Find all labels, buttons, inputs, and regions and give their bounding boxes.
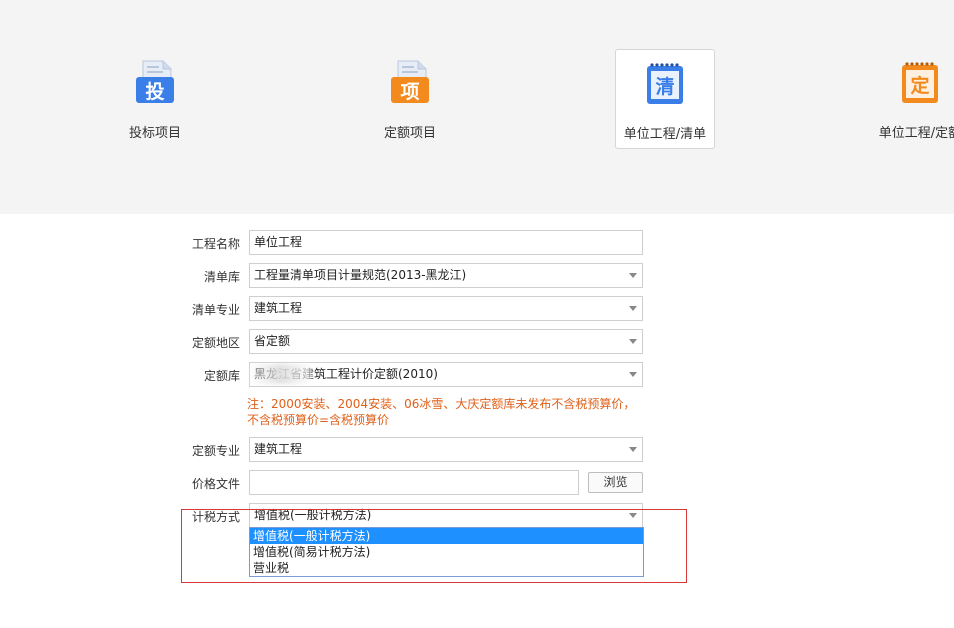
tax-option-business[interactable]: 营业税 — [250, 560, 643, 576]
tile-bid-project-label: 投标项目 — [128, 126, 181, 141]
quota-major-label: 定额专业 — [191, 444, 240, 458]
tile-0-glyph: 投 — [145, 80, 164, 103]
quota-major-select[interactable]: 建筑工程 — [249, 437, 643, 462]
tax-option-general[interactable]: 增值税(一般计税方法) — [250, 528, 643, 544]
tile-unit-bill-label: 单位工程/清单 — [623, 127, 707, 142]
project-name-label: 工程名称 — [191, 237, 240, 251]
redaction-blur — [250, 364, 312, 384]
quota-major-value: 建筑工程 — [254, 442, 303, 456]
chevron-down-icon — [629, 306, 637, 311]
browse-button[interactable]: 浏览 — [588, 472, 643, 493]
tile-unit-bill[interactable]: 清 单位工程/清单 — [615, 49, 715, 149]
tax-method-value: 增值税(一般计税方法) — [254, 508, 372, 522]
tax-method-select[interactable]: 增值税(一般计税方法) — [249, 503, 643, 528]
bill-lib-select[interactable]: 工程量清单项目计量规范(2013-黑龙江) — [249, 263, 643, 288]
tile-unit-quota[interactable]: 定 单位工程/定额 — [870, 49, 954, 149]
tax-option-simple[interactable]: 增值税(简易计税方法) — [250, 544, 643, 560]
chevron-down-icon — [629, 273, 637, 278]
chevron-down-icon — [629, 339, 637, 344]
bid-project-icon: 投 — [136, 60, 174, 103]
chevron-down-icon — [629, 447, 637, 452]
quota-region-value: 省定额 — [254, 334, 291, 348]
project-name-input[interactable]: 单位工程 — [249, 230, 643, 255]
quota-region-label: 定额地区 — [191, 336, 240, 350]
quota-region-select[interactable]: 省定额 — [249, 329, 643, 354]
tax-note-line-2: 不含税预算价=含税预算价 — [247, 413, 390, 427]
tax-method-label: 计税方式 — [191, 510, 240, 524]
chevron-down-icon — [629, 372, 637, 377]
tile-bid-project[interactable]: 投 投标项目 — [105, 49, 205, 149]
tile-quota-project-label: 定额项目 — [383, 126, 436, 141]
unit-quota-notebook-icon: 定 — [902, 62, 938, 103]
project-type-band: 投 投标项目 项 定额项目 清 单位工程/清单 定 单位工程/定额 — [0, 0, 954, 214]
quota-lib-label: 定额库 — [203, 369, 240, 383]
tax-note: 注：2000安装、2004安装、06冰雪、大庆定额库未发布不含税预算价， 不含税… — [247, 396, 635, 428]
tax-note-line-1: 注：2000安装、2004安装、06冰雪、大庆定额库未发布不含税预算价， — [247, 397, 636, 411]
price-file-label: 价格文件 — [191, 477, 240, 491]
bill-lib-label: 清单库 — [203, 270, 240, 284]
quota-project-icon: 项 — [391, 60, 429, 103]
tile-quota-project[interactable]: 项 定额项目 — [360, 49, 460, 149]
tax-method-dropdown: 增值税(一般计税方法) 增值税(简易计税方法) 营业税 — [249, 527, 644, 577]
price-file-input[interactable] — [249, 470, 579, 495]
tile-1-glyph: 项 — [400, 81, 419, 103]
tile-2-glyph: 清 — [655, 75, 674, 98]
unit-bill-notebook-icon: 清 — [647, 63, 683, 104]
tile-3-glyph: 定 — [910, 74, 929, 97]
bill-major-select[interactable]: 建筑工程 — [249, 296, 643, 321]
bill-lib-value: 工程量清单项目计量规范(2013-黑龙江) — [254, 268, 467, 282]
bill-major-value: 建筑工程 — [254, 301, 303, 315]
chevron-down-icon — [629, 513, 637, 518]
tile-unit-quota-label: 单位工程/定额 — [878, 126, 954, 141]
bill-major-label: 清单专业 — [191, 303, 240, 317]
